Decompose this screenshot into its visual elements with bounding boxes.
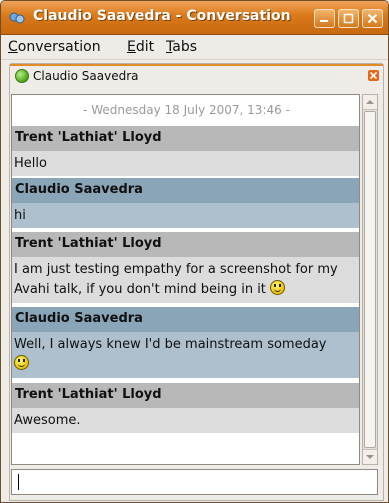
- menu-conversation-mnemonic: C: [8, 39, 18, 55]
- title-bar[interactable]: Claudio Saavedra - Conversation: [1, 1, 388, 35]
- scroll-thumb[interactable]: [364, 111, 376, 448]
- window-title: Claudio Saavedra - Conversation: [33, 8, 291, 24]
- message-sender: Trent 'Lathiat' Lloyd: [12, 383, 359, 408]
- arrow-down-icon: [366, 455, 374, 459]
- minimize-button[interactable]: [314, 9, 335, 28]
- menu-conversation-label: onversation: [17, 39, 101, 55]
- arrow-up-icon: [366, 100, 374, 104]
- date-separator: - Wednesday 18 July 2007, 13:46 -: [83, 103, 290, 117]
- available-status-icon: [15, 69, 29, 83]
- message-text: I am just testing empathy for a screensh…: [14, 262, 338, 297]
- tab-label: Claudio Saavedra: [33, 69, 139, 83]
- message-body: I am just testing empathy for a screensh…: [12, 257, 359, 303]
- scroll-down-button[interactable]: [363, 449, 377, 464]
- empathy-app-icon: [9, 12, 25, 24]
- tab-conversation[interactable]: Claudio Saavedra: [9, 63, 384, 89]
- maximize-icon: [343, 13, 354, 24]
- message-body: hi: [12, 203, 359, 228]
- menu-tabs[interactable]: Tabs: [166, 39, 197, 55]
- close-icon: [367, 13, 378, 24]
- message-body: Awesome.: [12, 408, 359, 433]
- message-sender: Claudio Saavedra: [12, 307, 359, 332]
- minimize-icon: [320, 20, 328, 22]
- menu-tabs-label: abs: [172, 39, 197, 55]
- tab-close-button[interactable]: [368, 70, 379, 81]
- menu-conversation[interactable]: Conversation: [8, 39, 101, 55]
- tab-accent: [10, 64, 383, 66]
- scroll-up-button[interactable]: [363, 95, 377, 110]
- maximize-button[interactable]: [338, 9, 359, 28]
- menu-edit-mnemonic: E: [127, 39, 136, 55]
- chat-scrollbar[interactable]: [362, 94, 378, 465]
- close-icon: [370, 72, 377, 79]
- conversation-window: Claudio Saavedra - Conversation Conversa…: [0, 0, 389, 503]
- message-sender: Trent 'Lathiat' Lloyd: [12, 232, 359, 257]
- message-input[interactable]: [11, 469, 378, 495]
- menu-edit-label: dit: [135, 39, 155, 55]
- menu-bar: Conversation Edit Tabs: [1, 35, 388, 60]
- menu-edit[interactable]: Edit: [127, 39, 154, 55]
- close-window-button[interactable]: [362, 9, 383, 28]
- text-cursor: [18, 474, 19, 490]
- smiley-icon: [14, 355, 29, 370]
- message-body: Hello: [12, 151, 359, 176]
- message-body: Well, I always knew I'd be mainstream so…: [12, 332, 359, 378]
- message-sender: Trent 'Lathiat' Lloyd: [12, 126, 359, 151]
- message-sender: Claudio Saavedra: [12, 178, 359, 203]
- message-text: Well, I always knew I'd be mainstream so…: [14, 337, 327, 352]
- chat-view[interactable]: - Wednesday 18 July 2007, 13:46 - Trent …: [11, 94, 360, 465]
- smiley-icon: [270, 280, 286, 295]
